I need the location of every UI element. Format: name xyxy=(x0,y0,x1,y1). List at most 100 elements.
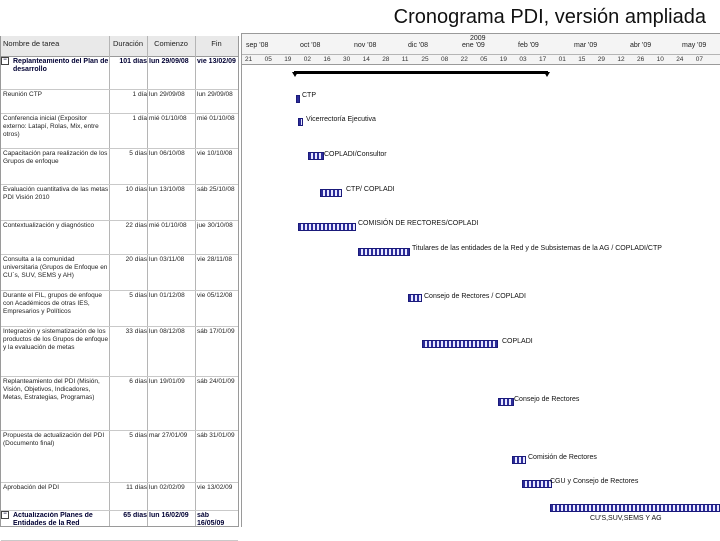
task-bar-label: Consejo de Rectores xyxy=(514,396,580,403)
task-duration: 1 día xyxy=(132,115,147,122)
column-header-start[interactable]: Comienzo xyxy=(147,36,195,56)
task-bar[interactable] xyxy=(408,294,422,302)
day-label: 11 xyxy=(401,56,409,63)
task-bar-label: COPLADI xyxy=(502,338,533,345)
table-row[interactable]: − Actualización Planes de Entidades de la… xyxy=(1,510,238,541)
summary-cap-icon xyxy=(292,72,298,77)
task-end: vie 05/12/08 xyxy=(197,292,233,299)
task-bar[interactable] xyxy=(358,248,410,256)
task-duration: 101 días xyxy=(119,58,147,65)
collapse-toggle-icon[interactable]: − xyxy=(1,57,9,65)
day-label: 26 xyxy=(637,56,645,63)
task-duration: 22 días xyxy=(125,222,147,229)
table-row[interactable]: Durante el FIL, grupos de enfoque con Ac… xyxy=(1,290,238,327)
task-bar[interactable] xyxy=(296,95,300,103)
task-bar-label: CGU y Consejo de Rectores xyxy=(550,478,639,485)
collapse-toggle-icon[interactable]: − xyxy=(1,511,9,519)
table-row[interactable]: Evaluación cuantitativa de las metas PDI… xyxy=(1,184,238,221)
day-label: 03 xyxy=(519,56,527,63)
page-title: Cronograma PDI, versión ampliada xyxy=(393,6,706,28)
task-bar-label: Vicerrectoría Ejecutiva xyxy=(306,116,376,123)
task-start: lun 03/11/08 xyxy=(149,256,185,263)
day-label: 15 xyxy=(578,56,586,63)
table-row[interactable]: Capacitación para realización de los Gru… xyxy=(1,148,238,185)
day-label: 24 xyxy=(676,56,684,63)
day-label: 12 xyxy=(617,56,625,63)
task-bar[interactable] xyxy=(298,118,303,126)
table-row[interactable]: Contextualización y diagnóstico 22 días mi… xyxy=(1,220,238,255)
task-start: mié 01/10/08 xyxy=(149,222,187,229)
task-bar[interactable] xyxy=(512,456,526,464)
table-row[interactable]: − Replanteamiento del Plan de desarrollo 1… xyxy=(1,56,238,90)
task-duration: 6 días xyxy=(129,378,147,385)
table-row[interactable]: Reunión CTP 1 día lun 29/09/08 lun 29/09/08 xyxy=(1,89,238,114)
task-name: Capacitación para realización de los Gru… xyxy=(3,150,108,165)
task-name: Replanteamiento del PDI (Misión, Visión,… xyxy=(3,378,100,401)
task-name: Replanteamiento del Plan de desarrollo xyxy=(13,58,109,73)
task-start: lun 02/02/09 xyxy=(149,484,185,491)
day-label: 21 xyxy=(245,56,253,63)
task-end: sáb 24/01/09 xyxy=(197,378,235,385)
task-bar[interactable] xyxy=(308,152,324,160)
table-row[interactable]: Consulta a la comunidad universitaria (G… xyxy=(1,254,238,291)
day-label: 01 xyxy=(558,56,566,63)
table-row[interactable]: Propuesta de actualización del PDI (Docu… xyxy=(1,430,238,483)
task-duration: 10 días xyxy=(125,186,147,193)
task-duration: 5 días xyxy=(129,432,147,439)
task-bar[interactable] xyxy=(298,223,356,231)
summary-cap-icon xyxy=(544,72,550,77)
day-label: 07 xyxy=(695,56,704,63)
task-bar[interactable] xyxy=(522,480,552,488)
task-start: mié 01/10/08 xyxy=(149,115,187,122)
table-row[interactable]: Integración y sistematización de los pro… xyxy=(1,326,238,377)
task-bar-label: COPLADI/Consultor xyxy=(324,151,387,158)
table-row[interactable]: Replanteamiento del PDI (Misión, Visión,… xyxy=(1,376,238,431)
gantt-chart: CTP Vicerrectoría Ejecutiva COPLADI/Consul… xyxy=(241,64,720,527)
task-bar-label: CTP xyxy=(302,92,316,99)
task-start: lun 29/09/08 xyxy=(149,58,189,65)
task-duration: 65 días xyxy=(123,512,147,519)
task-end: sáb 25/10/08 xyxy=(197,186,235,193)
table-row[interactable]: Aprobación del PDI 11 días lun 02/02/09 vie… xyxy=(1,482,238,511)
month-label: dic '08 xyxy=(408,42,429,49)
summary-bar[interactable] xyxy=(294,71,548,74)
task-end: sáb 31/01/09 xyxy=(197,432,235,439)
task-name: Durante el FIL, grupos de enfoque con Ac… xyxy=(3,292,103,315)
task-name: Integración y sistematización de los pro… xyxy=(3,328,109,351)
day-label: 16 xyxy=(323,56,331,63)
day-label: 08 xyxy=(441,56,449,63)
task-duration: 1 día xyxy=(132,91,147,98)
day-label: 19 xyxy=(284,56,292,63)
task-start: lun 08/12/08 xyxy=(149,328,185,335)
task-end: lun 29/09/08 xyxy=(197,91,233,98)
task-duration: 20 días xyxy=(125,256,147,263)
task-start: lun 06/10/08 xyxy=(149,150,185,157)
month-label: abr '09 xyxy=(630,42,652,49)
task-duration: 5 días xyxy=(129,150,147,157)
task-bar-label: Comisión de Rectores xyxy=(528,454,597,461)
table-header: Nombre de tarea Duración Comienzo Fin xyxy=(1,36,238,57)
task-bar[interactable] xyxy=(422,340,498,348)
task-start: lun 01/12/08 xyxy=(149,292,185,299)
day-label: 05 xyxy=(264,56,272,63)
task-start: lun 16/02/09 xyxy=(149,512,189,519)
month-label: ene '09 xyxy=(462,42,485,49)
day-label: 25 xyxy=(421,56,429,63)
task-name: Reunión CTP xyxy=(3,91,43,98)
task-end: vie 10/10/08 xyxy=(197,150,233,157)
task-duration: 11 días xyxy=(126,484,147,491)
task-name: Propuesta de actualización del PDI (Docu… xyxy=(3,432,105,447)
day-label: 17 xyxy=(539,56,547,63)
task-start: lun 19/01/09 xyxy=(149,378,185,385)
task-bar[interactable] xyxy=(550,504,720,512)
task-bar-label: CU'S,SUV,SEMS Y AG xyxy=(590,515,662,522)
column-header-duration[interactable]: Duración xyxy=(109,36,147,56)
task-bar[interactable] xyxy=(320,189,342,197)
task-table: Nombre de tarea Duración Comienzo Fin − R… xyxy=(0,36,239,541)
column-header-end[interactable]: Fin xyxy=(195,36,238,56)
task-name: Conferencia inicial (Expositor externo: … xyxy=(3,115,99,138)
column-header-name[interactable]: Nombre de tarea xyxy=(1,36,109,56)
table-row[interactable]: Conferencia inicial (Expositor externo: … xyxy=(1,113,238,149)
task-bar[interactable] xyxy=(498,398,514,406)
timeline-header: 2009 sep '08 oct '08 nov '08 dic '08 ene '09… xyxy=(241,33,720,65)
